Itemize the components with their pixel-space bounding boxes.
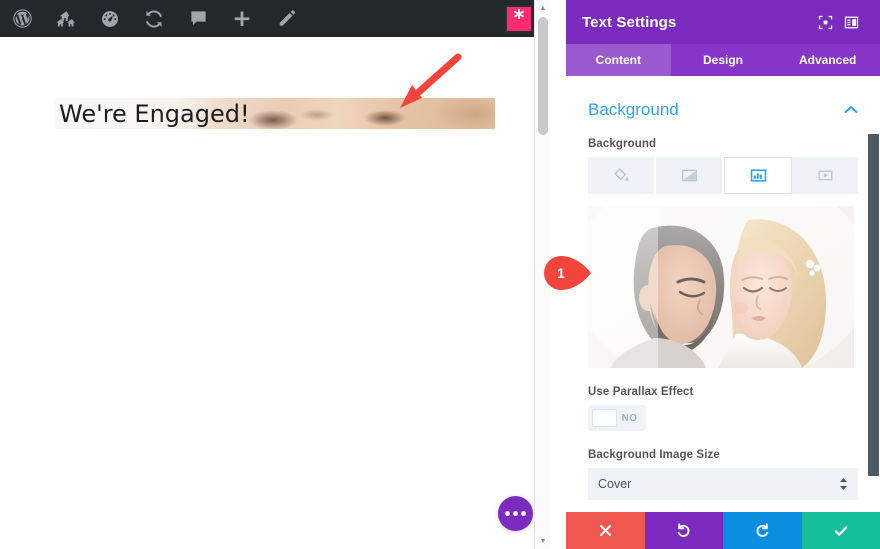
parallax-field-label: Use Parallax Effect bbox=[588, 386, 694, 398]
panel-action-bar bbox=[566, 512, 880, 549]
undo-button[interactable] bbox=[644, 512, 723, 549]
focus-expand-icon[interactable] bbox=[812, 9, 838, 35]
background-type-buttons bbox=[588, 157, 858, 194]
image-size-value: Cover bbox=[598, 477, 632, 491]
chevron-up-icon[interactable] bbox=[844, 101, 858, 119]
cancel-button[interactable] bbox=[566, 512, 645, 549]
panel-scrollbar[interactable] bbox=[866, 76, 880, 512]
panel-scrollbar-thumb[interactable] bbox=[868, 134, 879, 476]
panel-header: Text Settings bbox=[566, 0, 880, 44]
background-image-preview[interactable] bbox=[588, 206, 854, 368]
divi-asterisk-icon: * bbox=[513, 6, 525, 30]
background-color-icon[interactable] bbox=[588, 157, 656, 194]
redo-button[interactable] bbox=[723, 512, 802, 549]
scroll-up-icon[interactable]: ▲ bbox=[535, 0, 550, 16]
section-title-background: Background bbox=[588, 100, 679, 119]
toggle-knob[interactable] bbox=[592, 409, 617, 427]
background-field: Background Use Parallax Effect NO Backgr… bbox=[566, 138, 880, 512]
app-root: * We're Engaged! ▲ ▼ 1 Text Settings Con… bbox=[0, 0, 880, 549]
dot-icon bbox=[513, 511, 518, 516]
background-gradient-icon[interactable] bbox=[656, 157, 724, 194]
updates-icon[interactable] bbox=[132, 0, 176, 37]
page-canvas: * We're Engaged! ▲ ▼ bbox=[0, 0, 550, 549]
site-home-icon[interactable] bbox=[44, 0, 88, 37]
panel-body: Background Background Use Parallax Effec… bbox=[566, 76, 880, 512]
couple-photo bbox=[588, 206, 854, 368]
tab-design[interactable]: Design bbox=[671, 44, 776, 76]
select-arrows-icon bbox=[839, 477, 848, 491]
annotation-arrow-icon bbox=[392, 52, 464, 115]
dot-icon bbox=[505, 511, 510, 516]
background-video-icon[interactable] bbox=[792, 157, 858, 194]
background-section-header[interactable]: Background bbox=[566, 76, 880, 120]
panel-title: Text Settings bbox=[582, 13, 677, 31]
background-image-icon[interactable] bbox=[724, 157, 792, 194]
dashboard-gauge-icon[interactable] bbox=[88, 0, 132, 37]
background-field-label: Background bbox=[588, 138, 657, 150]
wordpress-logo-icon[interactable] bbox=[0, 0, 44, 37]
divi-builder-button[interactable]: * bbox=[505, 4, 533, 33]
tab-advanced[interactable]: Advanced bbox=[775, 44, 880, 76]
comments-icon[interactable] bbox=[176, 0, 220, 37]
new-content-icon[interactable] bbox=[220, 0, 264, 37]
wordpress-admin-bar: * bbox=[0, 0, 550, 37]
scroll-down-icon[interactable]: ▼ bbox=[535, 533, 550, 549]
dot-icon bbox=[521, 511, 526, 516]
panel-layout-icon[interactable] bbox=[838, 9, 864, 35]
background-image-size-select[interactable]: Cover bbox=[588, 468, 858, 500]
tab-content[interactable]: Content bbox=[566, 44, 671, 76]
canvas-scrollbar-thumb[interactable] bbox=[538, 17, 548, 135]
parallax-toggle-value: NO bbox=[621, 412, 638, 424]
module-heading-text: We're Engaged! bbox=[59, 99, 250, 128]
panel-tabs: Content Design Advanced bbox=[566, 44, 880, 76]
step-badge: 1 bbox=[544, 256, 592, 290]
divi-floating-menu-button[interactable] bbox=[498, 496, 533, 531]
image-size-field-label: Background Image Size bbox=[588, 449, 720, 461]
save-button[interactable] bbox=[801, 512, 880, 549]
edit-pencil-icon[interactable] bbox=[264, 0, 308, 37]
text-settings-panel: Text Settings Content Design Advanced Ba… bbox=[566, 0, 880, 549]
step-badge-number: 1 bbox=[557, 265, 565, 281]
parallax-toggle[interactable]: NO bbox=[588, 405, 646, 431]
